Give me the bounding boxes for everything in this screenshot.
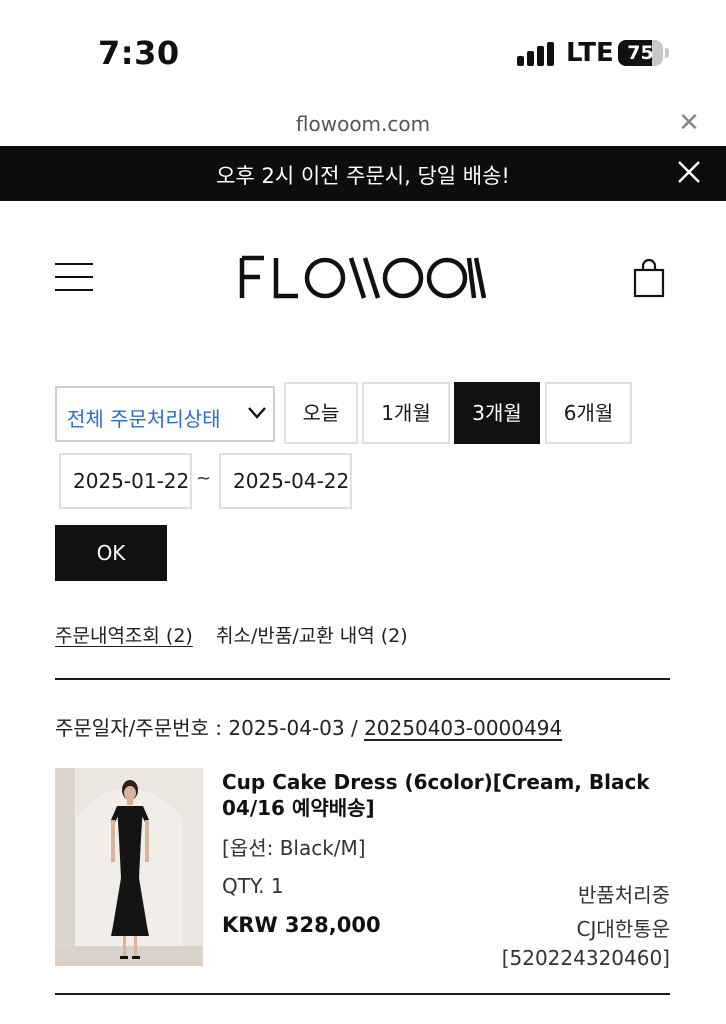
- order-status-select-value: 전체 주문처리상태: [67, 407, 221, 431]
- date-range-separator: ~: [196, 468, 212, 489]
- courier-name: CJ대한통운: [576, 917, 670, 941]
- tracking-number-link[interactable]: [520224320460]: [502, 946, 670, 970]
- period-6month-button[interactable]: 6개월: [545, 382, 632, 444]
- product-name-link[interactable]: Cup Cake Dress (6color)[Cream, Black 04/…: [222, 769, 672, 821]
- tab-order-history[interactable]: 주문내역조회 (2): [55, 621, 193, 648]
- promo-banner: 오후 2시 이전 주문시, 당일 배송!: [0, 146, 726, 201]
- start-date-input[interactable]: 2025-01-22: [59, 453, 192, 509]
- product-option: [옵션: Black/M]: [222, 836, 366, 860]
- logo[interactable]: [238, 255, 488, 301]
- end-date-input[interactable]: 2025-04-22: [219, 453, 352, 509]
- product-price: KRW 328,000: [222, 913, 381, 937]
- order-status: 반품처리중: [578, 883, 670, 907]
- close-icon[interactable]: [676, 159, 702, 185]
- banner-text: 오후 2시 이전 주문시, 당일 배송!: [216, 164, 510, 188]
- product-quantity: QTY. 1: [222, 874, 284, 898]
- divider: [55, 993, 670, 995]
- battery-icon: 75: [618, 40, 669, 68]
- url-text: flowoom.com: [295, 112, 431, 136]
- hamburger-menu-icon[interactable]: [55, 263, 93, 293]
- shopping-bag-icon[interactable]: [633, 258, 665, 298]
- period-1month-button[interactable]: 1개월: [362, 382, 450, 444]
- order-number-link[interactable]: 20250403-0000494: [364, 716, 562, 740]
- browser-url-bar[interactable]: flowoom.com ✕: [0, 100, 726, 146]
- ok-button[interactable]: OK: [55, 525, 167, 581]
- status-bar: 7:30 LTE 75: [0, 0, 726, 100]
- signal-strength-icon: [517, 42, 555, 66]
- network-type: LTE: [566, 38, 614, 68]
- divider: [55, 678, 670, 680]
- order-date-label: 주문일자/주문번호 : 2025-04-03 /: [55, 716, 365, 740]
- close-icon[interactable]: ✕: [676, 108, 702, 138]
- battery-level: 75: [627, 42, 654, 64]
- status-time: 7:30: [98, 34, 180, 72]
- order-status-select[interactable]: 전체 주문처리상태: [55, 386, 275, 442]
- tab-cancel-return-exchange[interactable]: 취소/반품/교환 내역 (2): [216, 621, 408, 648]
- chevron-down-icon: [248, 407, 266, 419]
- period-3month-button[interactable]: 3개월: [454, 382, 540, 444]
- order-meta: 주문일자/주문번호 : 2025-04-03 / 20250403-000049…: [55, 712, 562, 741]
- period-today-button[interactable]: 오늘: [284, 382, 358, 444]
- product-image[interactable]: [55, 768, 203, 966]
